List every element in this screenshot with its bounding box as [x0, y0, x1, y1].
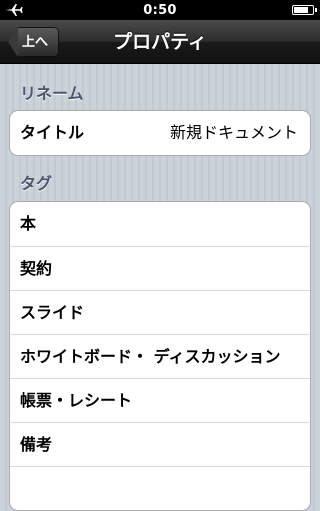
title-value: 新規ドキュメント [169, 123, 298, 142]
tag-item[interactable]: 帳票・レシート [10, 378, 310, 422]
tag-item[interactable]: スライド [10, 290, 310, 334]
tag-section-header: タグ [20, 174, 53, 193]
navigation-bar: プロパティ 上へ [0, 20, 320, 64]
tag-item-partial[interactable] [10, 466, 310, 510]
tag-item[interactable]: ホワイトボード・ ディスカッション [10, 334, 310, 378]
back-button-label: 上へ [18, 27, 60, 57]
status-time: 0:50 [143, 2, 177, 18]
tag-item[interactable]: 本 [10, 202, 310, 246]
rename-group: タイトル 新規ドキュメント [9, 110, 311, 156]
tag-group: 本 契約 スライド ホワイトボード・ ディスカッション 帳票・レシート 備考 [9, 201, 311, 511]
status-bar: 0:50 [0, 0, 320, 20]
battery-level [294, 7, 309, 13]
title-row[interactable]: タイトル 新規ドキュメント [10, 111, 310, 155]
tag-item[interactable]: 備考 [10, 422, 310, 466]
title-label: タイトル [20, 123, 85, 142]
rename-section-header: リネーム [20, 84, 84, 103]
airplane-icon [5, 4, 23, 16]
back-button[interactable]: 上へ [8, 27, 60, 57]
battery-icon [292, 5, 317, 15]
back-chevron-icon [8, 27, 18, 57]
tag-item[interactable]: 契約 [10, 246, 310, 290]
